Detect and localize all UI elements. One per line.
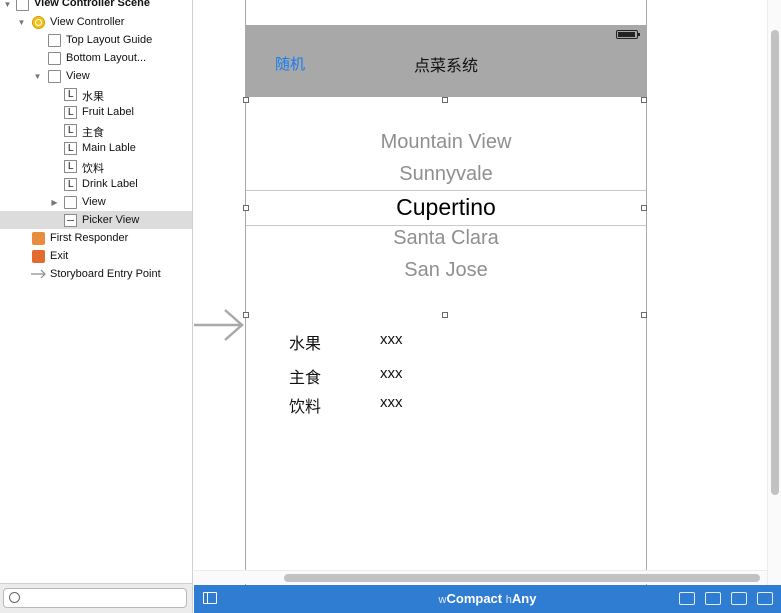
view-controller-icon	[32, 16, 45, 29]
outline-filter-input[interactable]	[3, 588, 187, 608]
filter-icon	[9, 592, 20, 603]
label-icon: L	[64, 106, 77, 119]
size-class-width: Compact	[446, 591, 503, 606]
outline-row-picker-view[interactable]: Picker View	[0, 211, 192, 229]
label-icon: L	[64, 124, 77, 137]
embed-in-stack-icon[interactable]	[679, 592, 695, 605]
disclosure-open-icon[interactable]: ▼	[3, 0, 12, 9]
first-responder-cube-icon	[32, 232, 45, 245]
resize-handle[interactable]	[641, 97, 647, 103]
main-title-label: 主食	[289, 368, 322, 387]
resize-handle[interactable]	[243, 312, 249, 318]
battery-icon	[616, 30, 640, 39]
outline-row-top-layout-guide[interactable]: Top Layout Guide	[0, 31, 192, 49]
outline-row-exit[interactable]: Exit	[0, 247, 192, 265]
size-class-height: Any	[511, 591, 537, 606]
outline-row-drink-label[interactable]: L Drink Label	[0, 175, 192, 193]
outline-row-view[interactable]: ▼ View	[0, 67, 192, 85]
fruit-title-label: 水果	[289, 334, 322, 353]
vertical-scroll-thumb[interactable]	[771, 30, 779, 495]
outline-row-first-responder[interactable]: First Responder	[0, 229, 192, 247]
fruit-label-item: Fruit Label	[82, 106, 134, 118]
resize-handle[interactable]	[442, 97, 448, 103]
label-fruit-cn: 水果	[82, 90, 104, 103]
outline-row-label-main-cn[interactable]: L 主食	[0, 121, 192, 139]
size-class-bar: wCompact hAny	[194, 585, 781, 613]
outline-row-fruit-label[interactable]: L Fruit Label	[0, 103, 192, 121]
view-icon	[48, 70, 61, 83]
outline-row-entry-point[interactable]: Storyboard Entry Point	[0, 265, 192, 283]
drink-label-item: Drink Label	[82, 178, 138, 190]
label-icon: L	[64, 142, 77, 155]
picker-row[interactable]: San Jose	[246, 259, 646, 282]
picker-view[interactable]: Mountain View Sunnyvale Cupertino Santa …	[243, 97, 647, 318]
resolve-auto-layout-icon[interactable]	[757, 592, 773, 605]
picker-view-label: Picker View	[82, 214, 140, 226]
main-value-label: xxx	[380, 365, 403, 382]
exit-icon	[32, 250, 45, 263]
picker-row[interactable]: Sunnyvale	[246, 163, 646, 186]
picker-selection-line-top	[246, 190, 646, 191]
xcode-storyboard-editor: ▼ View Controller Scene ▼ View Controlle…	[0, 0, 781, 613]
storyboard-entry-arrow-icon[interactable]	[194, 306, 246, 344]
disclosure-open-icon[interactable]: ▼	[17, 18, 26, 27]
disclosure-closed-icon[interactable]: ▶	[50, 198, 59, 207]
align-icon[interactable]	[705, 592, 721, 605]
resize-handle[interactable]	[243, 205, 249, 211]
document-outline: ▼ View Controller Scene ▼ View Controlle…	[0, 0, 193, 613]
picker-row[interactable]: Santa Clara	[246, 227, 646, 250]
label-main-cn: 主食	[82, 126, 104, 139]
pin-icon[interactable]	[731, 592, 747, 605]
picker-view-icon	[64, 214, 77, 227]
outline-row-view-controller[interactable]: ▼ View Controller	[0, 13, 192, 31]
label-drink-cn: 饮料	[82, 162, 104, 175]
outline-row-label-fruit-cn[interactable]: L 水果	[0, 85, 192, 103]
view-controller-label: View Controller	[50, 16, 125, 28]
resize-handle[interactable]	[442, 312, 448, 318]
top-layout-guide-label: Top Layout Guide	[66, 34, 153, 46]
drink-title-label: 饮料	[289, 397, 322, 416]
resize-handle[interactable]	[641, 205, 647, 211]
resize-handle[interactable]	[243, 97, 249, 103]
vertical-scrollbar[interactable]	[767, 0, 781, 585]
scene-icon	[16, 0, 29, 11]
first-responder-label: First Responder	[50, 232, 129, 244]
outline-row-label-drink-cn[interactable]: L 饮料	[0, 157, 192, 175]
picker-selection-line-bottom	[246, 225, 646, 226]
view-controller-frame[interactable]: 随机 点菜系统 Mountain View Sunnyvale Cupertin…	[243, 0, 647, 585]
fruit-value-label: xxx	[380, 331, 403, 348]
outline-row-main-lable[interactable]: L Main Lable	[0, 139, 192, 157]
subview-label: View	[82, 196, 106, 208]
view-label: View	[66, 70, 90, 82]
outline-filter-bar	[0, 583, 192, 613]
outline-row-scene[interactable]: ▼ View Controller Scene	[0, 0, 192, 13]
picker-row[interactable]: Mountain View	[246, 131, 646, 154]
size-class-h-prefix: h	[505, 594, 512, 606]
outline-row-bottom-layout-guide[interactable]: Bottom Layout...	[0, 49, 192, 67]
drink-value-label: xxx	[380, 394, 403, 411]
disclosure-open-icon[interactable]: ▼	[33, 72, 42, 81]
storyboard-canvas[interactable]: 随机 点菜系统 Mountain View Sunnyvale Cupertin…	[194, 0, 781, 585]
layout-guide-icon	[48, 34, 61, 47]
scene-title: View Controller Scene	[34, 0, 150, 9]
exit-label: Exit	[50, 250, 69, 262]
size-class-w-prefix: w	[438, 594, 447, 606]
label-icon: L	[64, 178, 77, 191]
resize-handle[interactable]	[641, 312, 647, 318]
label-icon: L	[64, 160, 77, 173]
navigation-bar: 随机 点菜系统	[246, 25, 646, 97]
horizontal-scroll-thumb[interactable]	[284, 574, 760, 582]
bottom-layout-guide-label: Bottom Layout...	[66, 52, 147, 64]
nav-title: 点菜系统	[413, 56, 478, 75]
entry-arrow-icon	[31, 269, 46, 279]
entry-point-label: Storyboard Entry Point	[50, 268, 161, 280]
label-icon: L	[64, 88, 77, 101]
layout-guide-icon	[48, 52, 61, 65]
view-icon	[64, 196, 77, 209]
main-lable-item: Main Lable	[82, 142, 136, 154]
picker-row-selected[interactable]: Cupertino	[246, 194, 646, 221]
outline-row-subview[interactable]: ▶ View	[0, 193, 192, 211]
horizontal-scrollbar[interactable]	[194, 570, 767, 584]
